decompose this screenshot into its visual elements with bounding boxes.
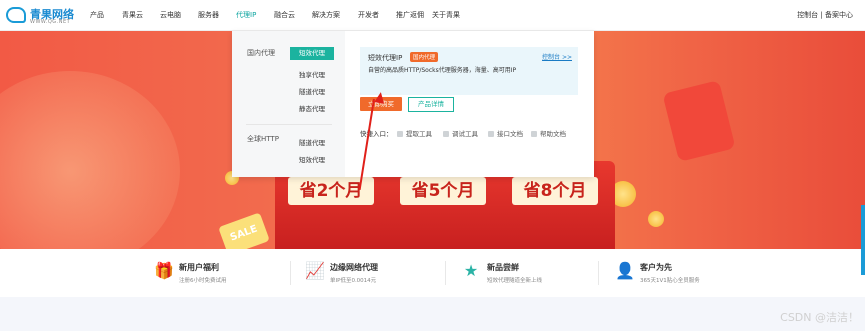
feature-subtitle: 365天1V1贴心全员服务: [640, 278, 700, 284]
save-5-months-label: 省5个月: [400, 177, 486, 205]
product-description: 自营的高品质HTTP/Socks代理服务器，海量、高可用IP: [368, 67, 517, 74]
customer-icon: 👤: [615, 261, 635, 280]
page-bottom-area: [0, 297, 865, 331]
feature-title: 边缘网络代理: [330, 263, 378, 272]
console-and-filing-links[interactable]: 控制台 | 备案中心: [797, 10, 853, 20]
feature-divider: [290, 261, 291, 285]
quick-entry-extract-tool[interactable]: 提取工具: [397, 128, 432, 138]
feature-divider: [598, 261, 599, 285]
category-divider: [246, 124, 332, 125]
nav-item-products[interactable]: 产品: [90, 10, 104, 20]
menu-item-global-short-term-proxy[interactable]: 短效代理: [299, 154, 325, 164]
nav-item-solutions[interactable]: 解决方案: [312, 10, 340, 20]
nav-item-servers[interactable]: 服务器: [198, 10, 219, 20]
category-global-http: 全球HTTP: [247, 135, 279, 143]
product-badge: 国内代理: [410, 52, 439, 62]
quick-entry-label: 快捷入口：: [360, 130, 393, 138]
save-8-months-label: 省8个月: [512, 177, 598, 205]
menu-item-short-term-proxy[interactable]: 短效代理: [290, 47, 334, 60]
menu-item-dedicated-proxy[interactable]: 独享代理: [299, 69, 325, 79]
document-icon: [488, 131, 494, 137]
nav-item-cloud-pc[interactable]: 云电脑: [160, 10, 181, 20]
feature-divider: [445, 261, 446, 285]
network-proxy-icon: 📈: [305, 261, 325, 280]
feature-title: 新用户福利: [179, 263, 219, 272]
feature-subtitle: 单IP低至0.0014元: [330, 278, 377, 284]
gift-icon: 🎁: [154, 261, 174, 280]
help-icon: [531, 131, 537, 137]
nav-item-about[interactable]: 关于青果: [432, 10, 460, 20]
category-domestic-proxy: 国内代理: [247, 49, 275, 57]
scrollbar[interactable]: [861, 205, 865, 275]
nav-item-referral[interactable]: 推广返佣: [396, 10, 424, 20]
product-info-card: 短效代理IP 国内代理 自营的高品质HTTP/Socks代理服务器，海量、高可用…: [360, 47, 578, 95]
quick-entry-debug-tool[interactable]: 调试工具: [443, 128, 478, 138]
new-product-icon: ★: [463, 261, 479, 280]
logo-url: WWW.QG.NET: [30, 19, 71, 25]
quick-entry-help-docs[interactable]: 帮助文档: [531, 128, 566, 138]
nav-item-fusion-cloud[interactable]: 融合云: [274, 10, 295, 20]
logo[interactable]: 青果网络 WWW.QG.NET: [6, 5, 84, 27]
top-navbar: 青果网络 WWW.QG.NET 产品 青果云 云电脑 服务器 代理IP 融合云 …: [0, 0, 865, 31]
cloud-logo-icon: [6, 7, 26, 23]
nav-item-proxy-ip[interactable]: 代理IP: [236, 10, 256, 20]
banner-glow: [0, 71, 180, 249]
sale-tag: SALE: [218, 212, 270, 249]
feature-subtitle: 注册6小时免费试用: [179, 278, 227, 284]
nav-item-developers[interactable]: 开发者: [358, 10, 379, 20]
red-packet-decoration: [662, 80, 736, 162]
feature-title: 客户为先: [640, 263, 672, 272]
console-link[interactable]: 控制台 >>: [542, 52, 572, 61]
debug-icon: [443, 131, 449, 137]
feature-subtitle: 短效代理隧道全新上线: [487, 278, 543, 284]
watermark: CSDN @洁洁！: [780, 311, 859, 324]
nav-item-qingguo-cloud[interactable]: 青果云: [122, 10, 143, 20]
menu-item-static-proxy[interactable]: 静态代理: [299, 103, 325, 113]
menu-item-tunnel-proxy[interactable]: 隧道代理: [299, 86, 325, 96]
feature-title: 新品尝鲜: [487, 263, 519, 272]
tool-icon: [397, 131, 403, 137]
feature-strip: 🎁 新用户福利 注册6小时免费试用 📈 边缘网络代理 单IP低至0.0014元 …: [0, 249, 865, 297]
coin-icon: [648, 211, 664, 227]
quick-entry-api-docs[interactable]: 接口文档: [488, 128, 523, 138]
product-details-button[interactable]: 产品详情: [408, 97, 454, 112]
product-title: 短效代理IP: [368, 54, 403, 62]
menu-item-global-tunnel-proxy[interactable]: 隧道代理: [299, 137, 325, 147]
proxy-ip-dropdown-menu: 国内代理 短效代理 独享代理 隧道代理 静态代理 全球HTTP 隧道代理 短效代…: [232, 31, 594, 177]
annotation-arrow-head: [374, 91, 386, 104]
